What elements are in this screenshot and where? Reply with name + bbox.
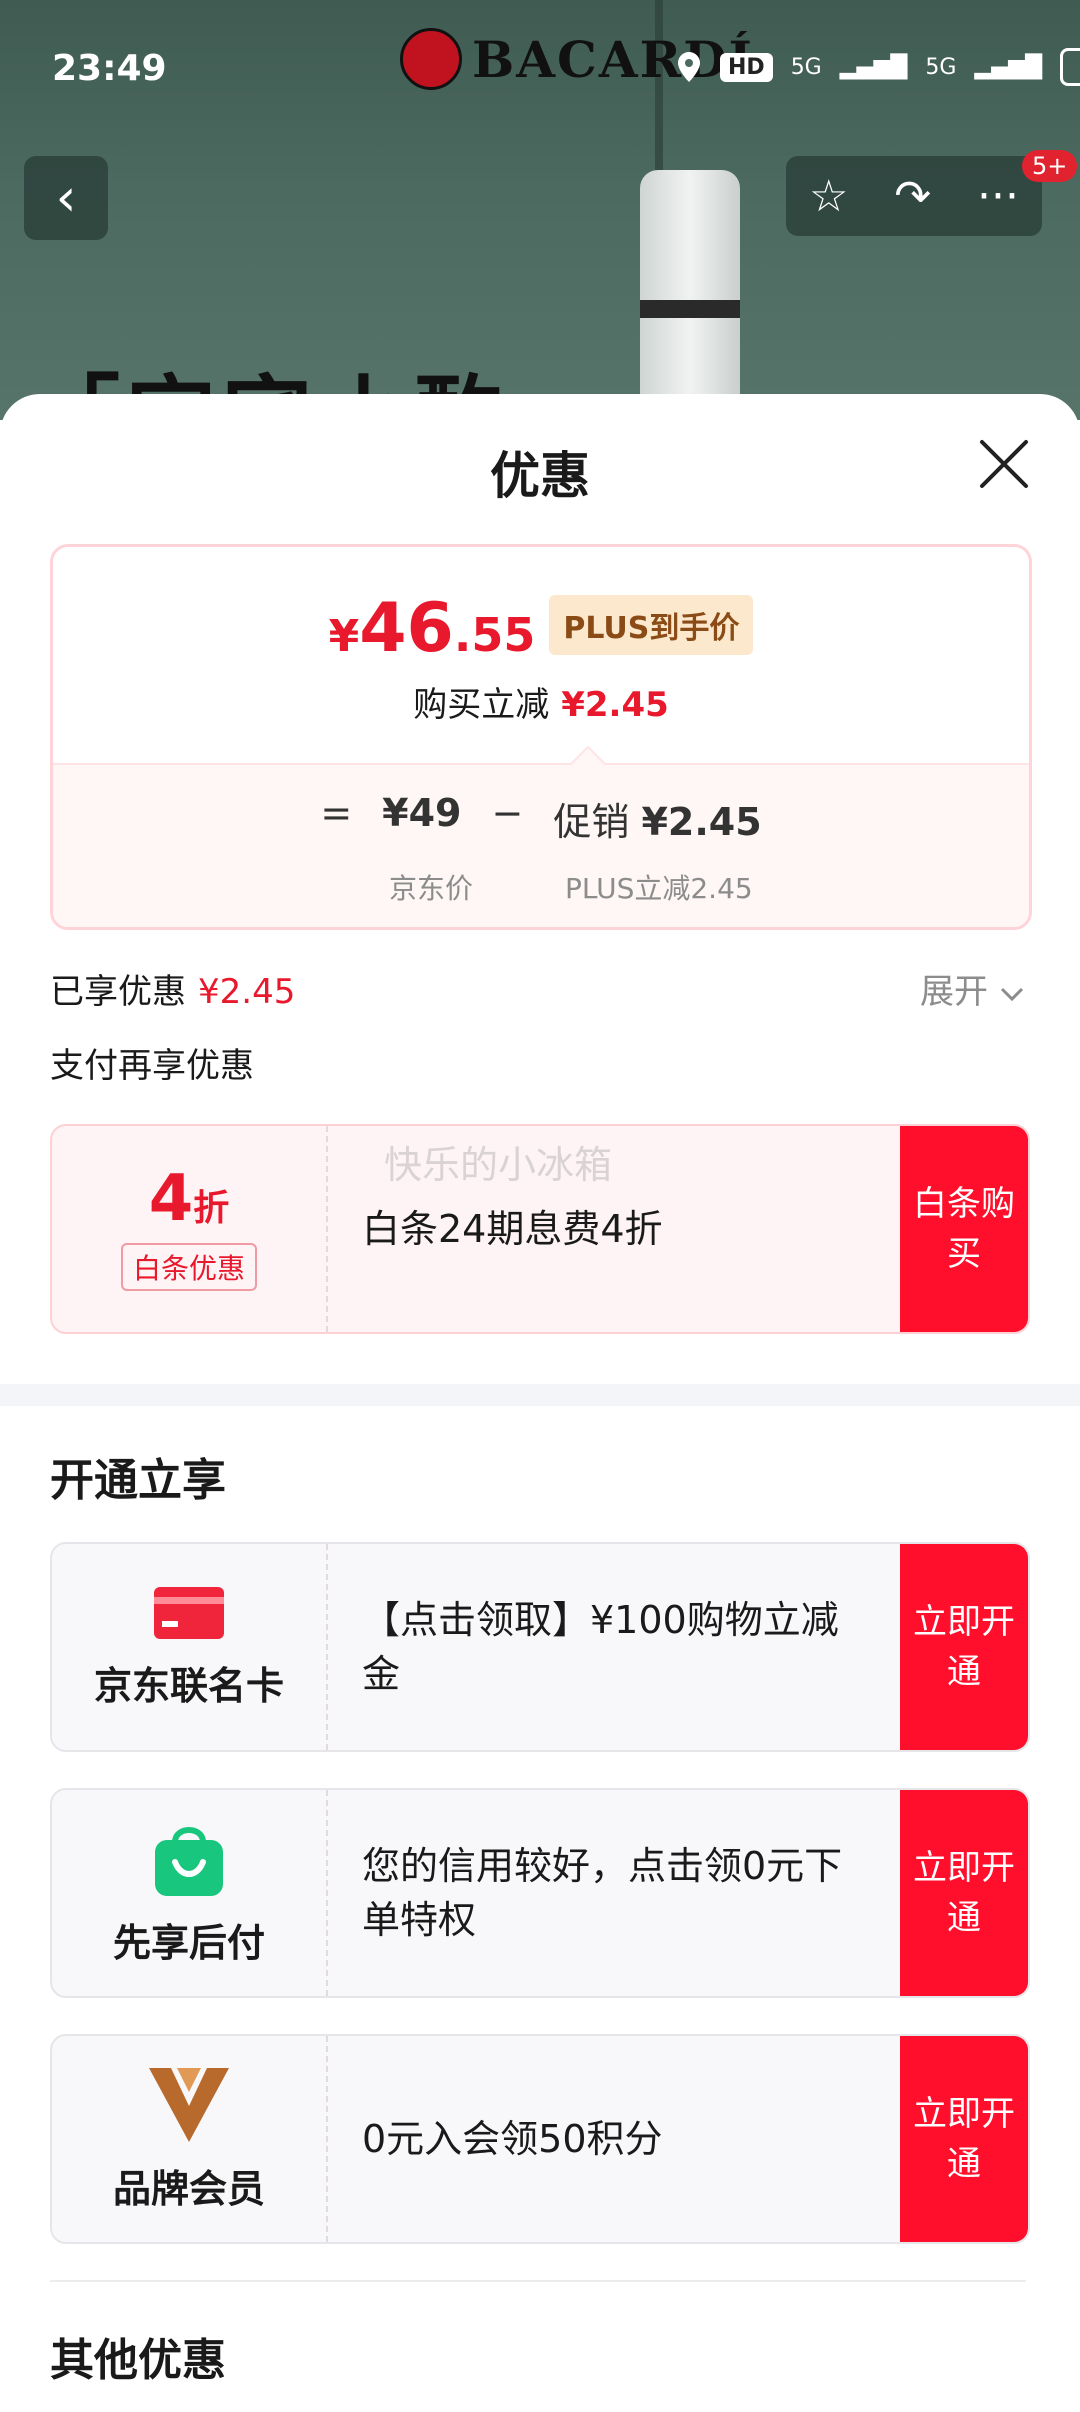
status-time: 23:49: [52, 48, 167, 89]
baitiao-buy-button[interactable]: 白条购买: [900, 1126, 1028, 1332]
jd-price: ¥49: [382, 791, 462, 835]
baitiao-offer-left: 4折 白条优惠: [52, 1126, 328, 1332]
open-now-button[interactable]: 立即开通: [900, 1544, 1028, 1750]
signal-bars-icon-2: ▂▄▆█: [974, 54, 1043, 80]
chevron-left-icon: ‹: [55, 168, 77, 228]
sheet-title: 优惠: [490, 447, 590, 505]
baitiao-tag: 白条优惠: [120, 1243, 257, 1291]
offer-desc: 0元入会领50积分: [362, 2117, 663, 2161]
back-button[interactable]: ‹: [24, 156, 108, 240]
offer-name: 京东联名卡: [93, 1663, 284, 1708]
enjoyed-discount: 已享优惠 ¥2.45: [50, 972, 296, 1012]
other-section-title: 其他优惠: [50, 2335, 226, 2386]
offer-desc: 【点击领取】¥100购物立减金: [362, 1598, 839, 1696]
jd-price-label: 京东价: [389, 872, 474, 905]
offer-desc: 您的信用较好，点击领0元下单特权: [362, 1844, 843, 1942]
share-icon[interactable]: ↷: [894, 171, 931, 222]
close-icon[interactable]: [976, 436, 1032, 492]
signal-bars-icon-1: ▂▄▆█: [839, 54, 908, 80]
open-now-button[interactable]: 立即开通: [900, 1790, 1028, 1996]
signal-5g-icon-1: 5G: [790, 54, 822, 80]
minus-sign: −: [491, 791, 524, 835]
offer-name: 先享后付: [112, 1920, 265, 1965]
more-dots-icon[interactable]: ···: [977, 171, 1019, 222]
battery-icon: 52: [1060, 48, 1080, 86]
section-divider: [0, 1384, 1080, 1406]
chevron-down-icon: [1000, 987, 1023, 1002]
status-bar: 23:49 BACARDÍ HD 5G ▂▄▆█ 5G ▂▄▆█ 52: [0, 0, 1080, 140]
equals-sign: =: [320, 791, 353, 835]
discount-sheet: 优惠 ¥46.55 PLUS到手价 购买立减 ¥2.45 = ¥49 − 促销 ¥…: [0, 394, 1080, 2412]
brand-v-icon: [149, 2067, 229, 2142]
shopping-bag-icon: [155, 1826, 223, 1896]
promo: 促销 ¥2.45: [553, 800, 762, 844]
favorite-star-icon[interactable]: ☆: [809, 171, 848, 222]
pay-more-label: 支付再享优惠: [50, 1046, 254, 1086]
expand-button[interactable]: 展开: [920, 964, 1025, 1013]
message-badge: 5+: [1022, 150, 1078, 182]
jd-cobrand-card-offer[interactable]: 京东联名卡 【点击领取】¥100购物立减金 立即开通: [50, 1542, 1030, 1752]
bottle-image: [640, 170, 740, 430]
price-formula: = ¥49 − 促销 ¥2.45 京东价 PLUS立减2.45: [53, 745, 1029, 927]
signal-5g-icon-2: 5G: [925, 54, 957, 80]
credit-card-icon: [154, 1586, 224, 1639]
watermark-text: 快乐的小冰箱: [384, 1143, 613, 1187]
hd-icon: HD: [720, 52, 773, 82]
discount-rate: 4折: [148, 1162, 230, 1236]
brand-member-offer[interactable]: 品牌会员 0元入会领50积分 立即开通: [50, 2034, 1030, 2244]
system-icons: HD 5G ▂▄▆█ 5G ▂▄▆█ 52: [676, 48, 1080, 86]
final-price: ¥46.55: [328, 589, 536, 668]
top-action-bar: ☆ ↷ ···: [786, 156, 1042, 236]
location-icon: [678, 52, 700, 82]
price-summary: ¥46.55 PLUS到手价 购买立减 ¥2.45: [53, 547, 1029, 763]
offer-name: 品牌会员: [112, 2166, 265, 2211]
pay-later-offer[interactable]: 先享后付 您的信用较好，点击领0元下单特权 立即开通: [50, 1788, 1030, 1998]
bat-logo-icon: [400, 28, 462, 90]
open-now-button[interactable]: 立即开通: [900, 2036, 1028, 2242]
plus-price-tag: PLUS到手价: [549, 595, 754, 655]
open-section-title: 开通立享: [50, 1455, 226, 1506]
plus-reduce-label: PLUS立减2.45: [565, 872, 753, 905]
price-breakdown-card: ¥46.55 PLUS到手价 购买立减 ¥2.45 = ¥49 − 促销 ¥2.4…: [50, 544, 1032, 930]
section-separator: [50, 2280, 1026, 2282]
instant-reduce: 购买立减 ¥2.45: [413, 685, 669, 725]
